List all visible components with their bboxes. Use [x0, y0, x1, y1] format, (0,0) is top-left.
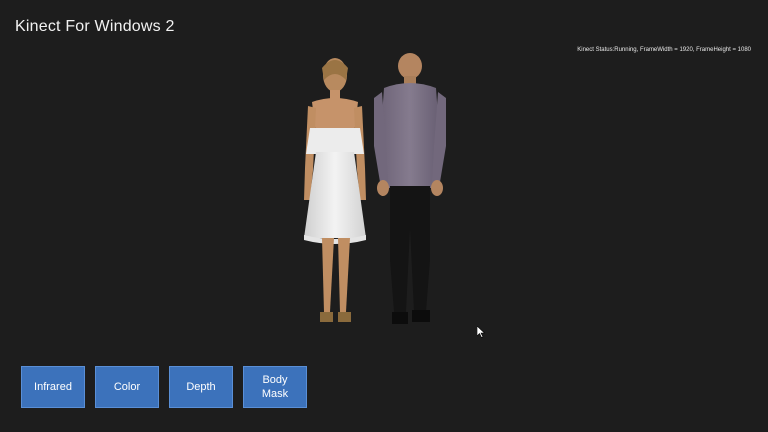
color-button[interactable]: Color	[95, 366, 159, 408]
infrared-button-label: Infrared	[34, 381, 72, 393]
body-mask-button[interactable]: Body Mask	[243, 366, 307, 408]
person-silhouette-man	[374, 53, 446, 324]
mode-button-bar: Infrared Color Depth Body Mask	[21, 366, 307, 408]
kinect-status-text: Kinect Status:Running, FrameWidth = 1920…	[577, 47, 751, 53]
person-silhouette-woman	[304, 58, 366, 322]
color-button-label: Color	[113, 381, 141, 393]
body-mask-view	[280, 50, 480, 350]
mouse-pointer-icon	[476, 325, 486, 338]
infrared-button[interactable]: Infrared	[21, 366, 85, 408]
depth-button-label: Depth	[186, 381, 216, 393]
body-mask-button-label: Body Mask	[261, 374, 289, 400]
depth-button[interactable]: Depth	[169, 366, 233, 408]
app-title: Kinect For Windows 2	[15, 18, 175, 35]
